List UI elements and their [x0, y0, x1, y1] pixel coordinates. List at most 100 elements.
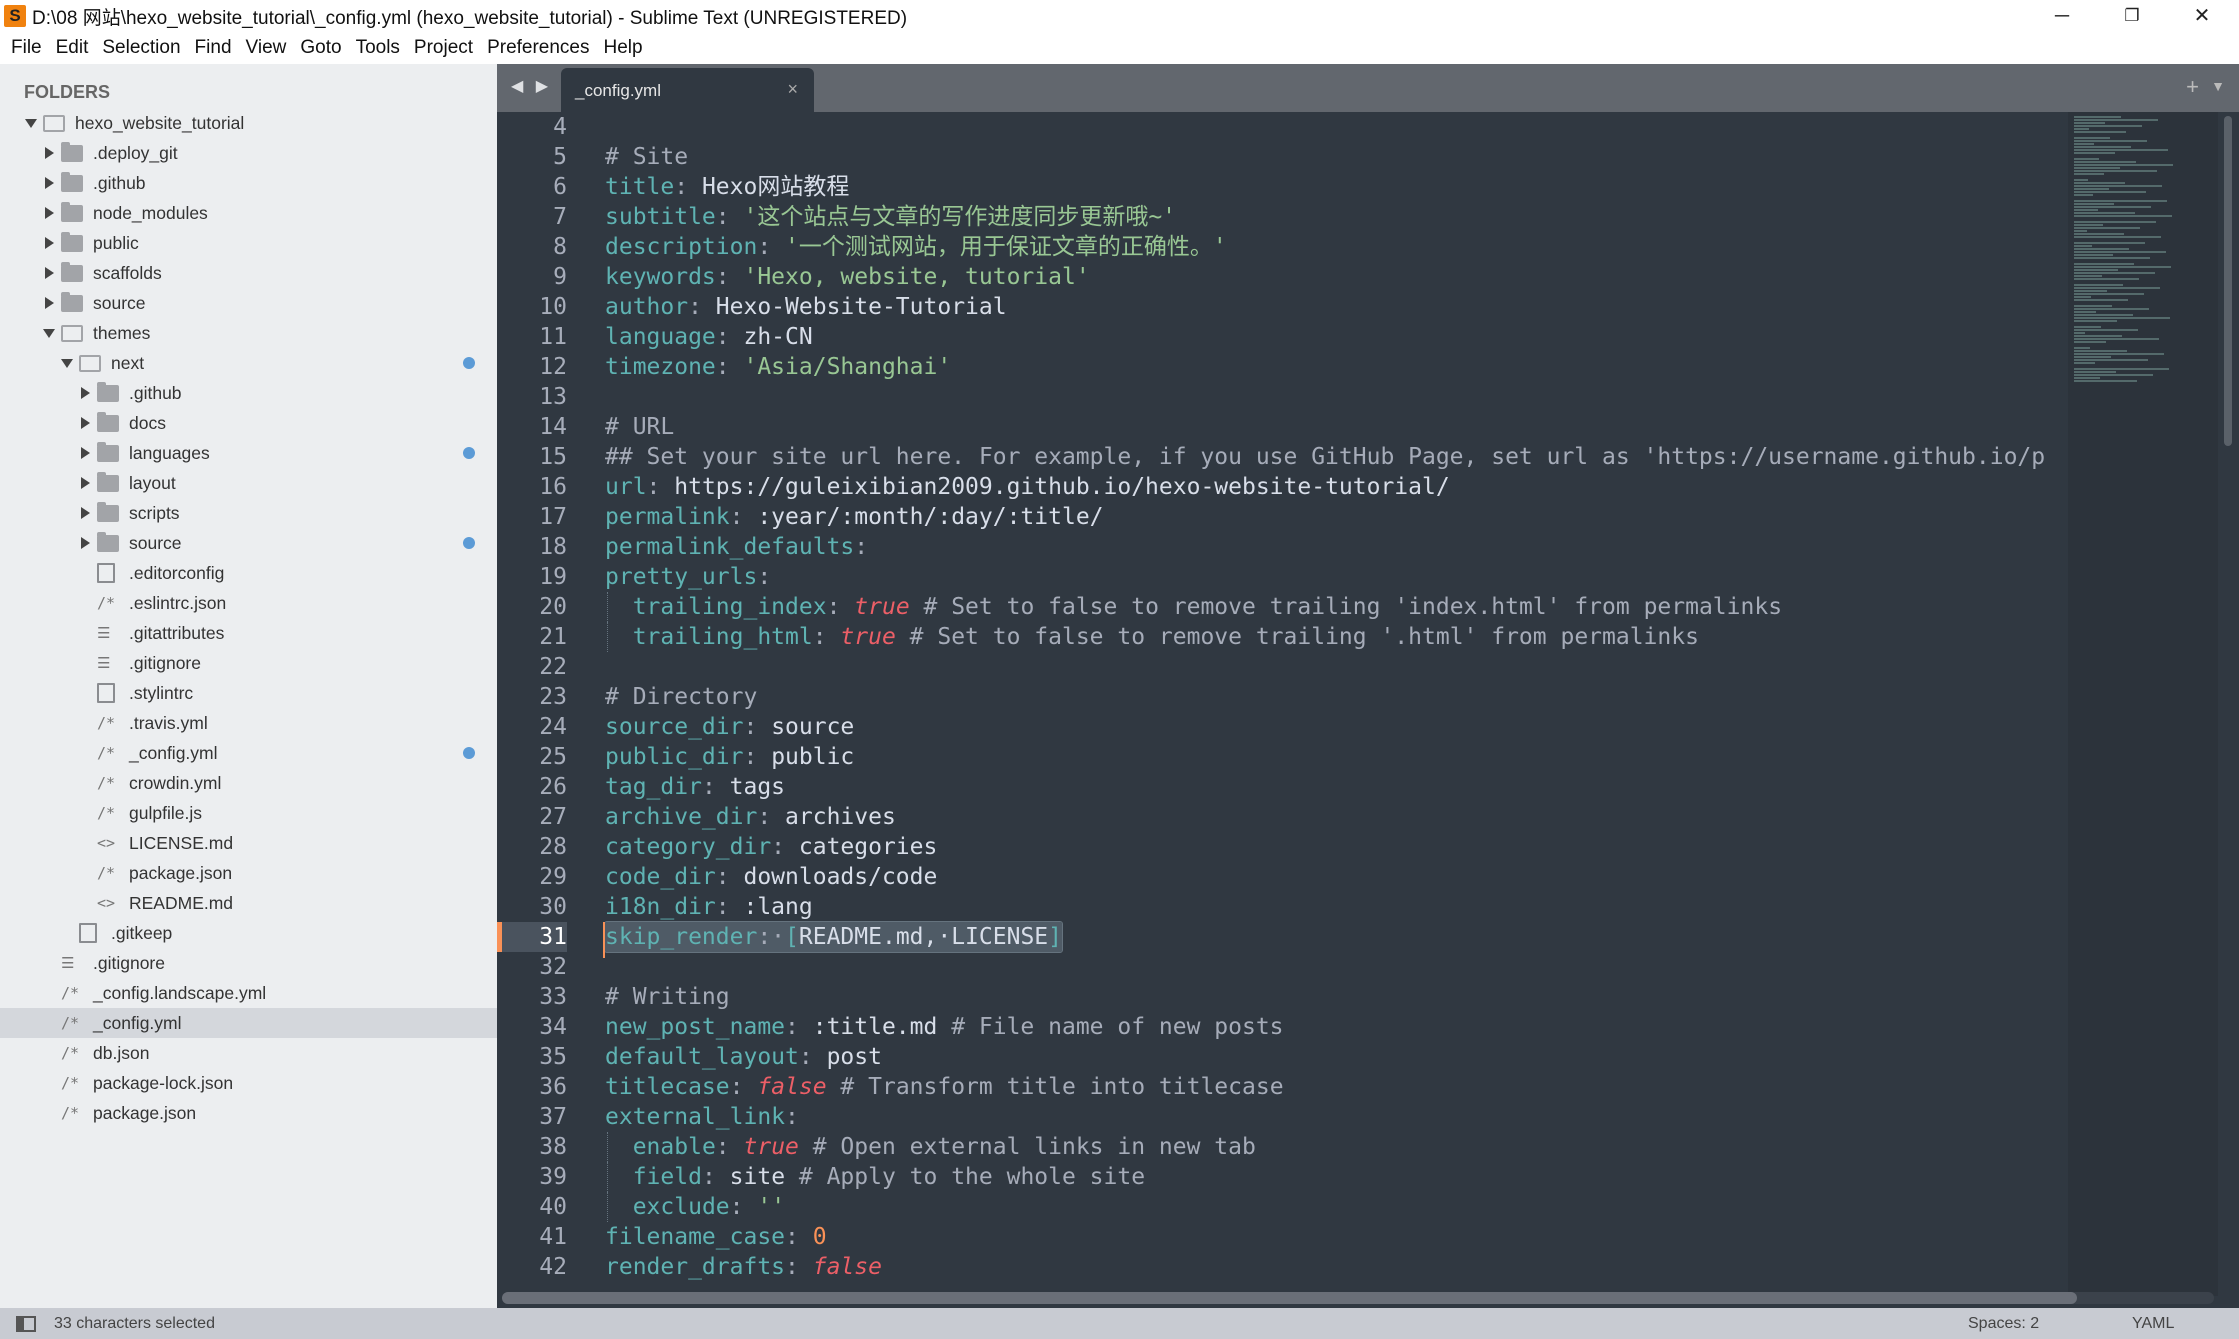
code-line[interactable]: 13 — [497, 382, 2068, 412]
code-line[interactable]: 14 # URL — [497, 412, 2068, 442]
tab-list-dropdown-icon[interactable]: ▼ — [2211, 78, 2225, 94]
caret-right-icon[interactable] — [81, 447, 90, 459]
code-line[interactable]: 19 pretty_urls: — [497, 562, 2068, 592]
code-line[interactable]: 36 titlecase: false # Transform title int… — [497, 1072, 2068, 1102]
sidebar-item[interactable]: ☰ .gitignore — [0, 648, 497, 678]
sidebar-item[interactable]: /* package.json — [0, 858, 497, 888]
sidebar-item[interactable]: /* _config.yml — [0, 1008, 497, 1038]
code-line[interactable]: 42 render_drafts: false — [497, 1252, 2068, 1282]
code-line[interactable]: 30 i18n_dir: :lang — [497, 892, 2068, 922]
sidebar-item[interactable]: .editorconfig — [0, 558, 497, 588]
caret-right-icon[interactable] — [45, 147, 54, 159]
code-line[interactable]: 27 archive_dir: archives — [497, 802, 2068, 832]
sidebar-item[interactable]: .gitkeep — [0, 918, 497, 948]
code-line[interactable]: 32 — [497, 952, 2068, 982]
code-line[interactable]: 11 language: zh-CN — [497, 322, 2068, 352]
caret-right-icon[interactable] — [81, 387, 90, 399]
code-line[interactable]: 17 permalink: :year/:month/:day/:title/ — [497, 502, 2068, 532]
sidebar-item[interactable]: /* _config.landscape.yml — [0, 978, 497, 1008]
sidebar-item[interactable]: /* .eslintrc.json — [0, 588, 497, 618]
sidebar-item[interactable]: source — [0, 528, 497, 558]
caret-right-icon[interactable] — [45, 207, 54, 219]
code-line[interactable]: 39 field: site # Apply to the whole site — [497, 1162, 2068, 1192]
code-editor[interactable]: 4 5 # Site 6 title: Hexo网站教程 7 subtitle: '这个站点… — [497, 112, 2068, 1296]
code-line[interactable]: 22 — [497, 652, 2068, 682]
sidebar-item[interactable]: .github — [0, 378, 497, 408]
menu-goto[interactable]: Goto — [293, 37, 348, 59]
code-line[interactable]: 6 title: Hexo网站教程 — [497, 172, 2068, 202]
sidebar-item[interactable]: public — [0, 228, 497, 258]
sidebar-item[interactable]: next — [0, 348, 497, 378]
code-line[interactable]: 21 trailing_html: true # Set to false to… — [497, 622, 2068, 652]
menu-help[interactable]: Help — [597, 37, 650, 59]
caret-right-icon[interactable] — [81, 477, 90, 489]
code-line[interactable]: 41 filename_case: 0 — [497, 1222, 2068, 1252]
code-line[interactable]: 9 keywords: 'Hexo, website, tutorial' — [497, 262, 2068, 292]
horizontal-scroll-thumb[interactable] — [502, 1292, 2077, 1304]
menu-selection[interactable]: Selection — [95, 37, 187, 59]
sidebar-item[interactable]: scaffolds — [0, 258, 497, 288]
code-line[interactable]: 15 ## Set your site url here. For example… — [497, 442, 2068, 472]
code-line[interactable]: 7 subtitle: '这个站点与文章的写作进度同步更新哦~' — [497, 202, 2068, 232]
code-line[interactable]: 12 timezone: 'Asia/Shanghai' — [497, 352, 2068, 382]
sidebar-item[interactable]: layout — [0, 468, 497, 498]
sidebar-item[interactable]: .github — [0, 168, 497, 198]
code-line[interactable]: 4 — [497, 112, 2068, 142]
code-line[interactable]: 23 # Directory — [497, 682, 2068, 712]
tab-config-yml[interactable]: _config.yml × — [561, 68, 814, 112]
sidebar-item[interactable]: node_modules — [0, 198, 497, 228]
code-line[interactable]: 33 # Writing — [497, 982, 2068, 1012]
sidebar-item[interactable]: ☰ .gitattributes — [0, 618, 497, 648]
sidebar-item[interactable]: languages — [0, 438, 497, 468]
sidebar-item[interactable]: ☰ .gitignore — [0, 948, 497, 978]
caret-right-icon[interactable] — [45, 237, 54, 249]
code-line[interactable]: 40 exclude: '' — [497, 1192, 2068, 1222]
tab-close-icon[interactable]: × — [787, 79, 798, 100]
code-line[interactable]: 31 skip_render:·[README.md,·LICENSE] — [497, 921, 2068, 958]
code-line[interactable]: 16 url: https://guleixibian2009.github.io… — [497, 472, 2068, 502]
menu-view[interactable]: View — [239, 37, 294, 59]
minimap[interactable] — [2068, 112, 2218, 1296]
sidebar-item[interactable]: /* db.json — [0, 1038, 497, 1068]
caret-down-icon[interactable] — [61, 358, 73, 368]
sidebar-item[interactable]: .stylintrc — [0, 678, 497, 708]
code-line[interactable]: 24 source_dir: source — [497, 712, 2068, 742]
sidebar-item[interactable]: hexo_website_tutorial — [0, 108, 497, 138]
sidebar-item[interactable]: /* _config.yml — [0, 738, 497, 768]
vertical-scrollbar[interactable] — [2224, 116, 2232, 446]
new-tab-icon[interactable]: + — [2186, 74, 2199, 100]
sidebar-item[interactable]: source — [0, 288, 497, 318]
code-line[interactable]: 5 # Site — [497, 142, 2068, 172]
menu-preferences[interactable]: Preferences — [480, 37, 596, 59]
tab-nav-arrows[interactable]: ◀ ▶ — [511, 76, 552, 96]
menu-edit[interactable]: Edit — [49, 37, 96, 59]
menu-project[interactable]: Project — [407, 37, 480, 59]
horizontal-scrollbar[interactable] — [502, 1292, 2214, 1304]
minimize-button[interactable]: ─ — [2028, 0, 2096, 32]
code-line[interactable]: 10 author: Hexo-Website-Tutorial — [497, 292, 2068, 322]
sidebar-item[interactable]: <> README.md — [0, 888, 497, 918]
sidebar-item[interactable]: /* crowdin.yml — [0, 768, 497, 798]
caret-right-icon[interactable] — [81, 507, 90, 519]
code-line[interactable]: 38 enable: true # Open external links in… — [497, 1132, 2068, 1162]
caret-right-icon[interactable] — [45, 177, 54, 189]
sidebar-item[interactable]: scripts — [0, 498, 497, 528]
code-line[interactable]: 28 category_dir: categories — [497, 832, 2068, 862]
code-line[interactable]: 34 new_post_name: :title.md # File name o… — [497, 1012, 2068, 1042]
sidebar-item[interactable]: /* package-lock.json — [0, 1068, 497, 1098]
sidebar-item[interactable]: /* .travis.yml — [0, 708, 497, 738]
sidebar-item[interactable]: /* package.json — [0, 1098, 497, 1128]
toggle-sidebar-icon[interactable] — [16, 1316, 36, 1332]
caret-down-icon[interactable] — [43, 328, 55, 338]
sidebar-item[interactable]: <> LICENSE.md — [0, 828, 497, 858]
caret-right-icon[interactable] — [81, 417, 90, 429]
code-line[interactable]: 29 code_dir: downloads/code — [497, 862, 2068, 892]
indentation-status[interactable]: Spaces: 2 — [1968, 1315, 2039, 1333]
sidebar-item[interactable]: .deploy_git — [0, 138, 497, 168]
close-window-button[interactable]: ✕ — [2168, 0, 2236, 32]
code-line[interactable]: 26 tag_dir: tags — [497, 772, 2068, 802]
code-line[interactable]: 8 description: '一个测试网站，用于保证文章的正确性。' — [497, 232, 2068, 262]
caret-right-icon[interactable] — [45, 297, 54, 309]
sidebar-item[interactable]: docs — [0, 408, 497, 438]
menu-find[interactable]: Find — [188, 37, 239, 59]
